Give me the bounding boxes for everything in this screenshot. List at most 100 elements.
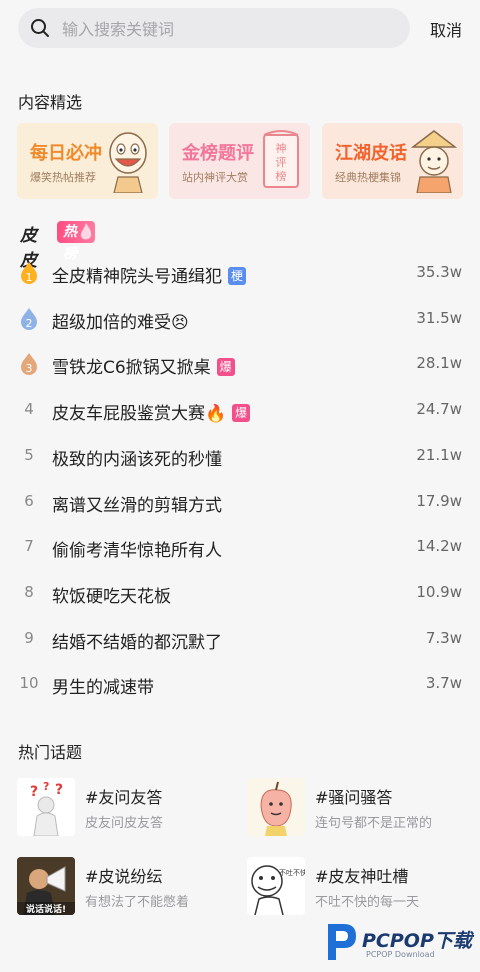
hot-topic-title: 皮友车屁股鉴赏大赛🔥 爆 (52, 399, 251, 425)
hot-list-row[interactable]: 1 全皮精神院头号通缉犯梗 35.3w (0, 253, 480, 293)
hot-topic-text: 离谱又丝滑的剪辑方式 (52, 495, 222, 516)
hot-score: 31.5w (416, 308, 462, 327)
topics-section-title: 热门话题 (18, 743, 83, 762)
hot-list-row[interactable]: 7 偷偷考清华惊艳所有人 14.2w (0, 527, 480, 567)
card-title: 每日必冲 (30, 143, 102, 164)
topic-title: #皮说纷纭 (85, 867, 163, 886)
search-input[interactable] (60, 8, 394, 50)
topic-thumb-megaphone: 说话说话! (17, 857, 75, 915)
hot-topic-title: 极致的内涵该死的秒懂 (52, 445, 222, 470)
hot-list-row[interactable]: 2 超级加倍的难受😣 31.5w (0, 299, 480, 339)
hot-topic-text: 男生的减速带 (52, 678, 154, 699)
hot-topic-text: 结婚不结婚的都沉默了 (52, 632, 222, 653)
search-bar[interactable] (18, 8, 410, 50)
topic-thumb-question: ? ? ? (17, 778, 75, 836)
topic-thumb-meme: 不吐不快 (247, 857, 305, 915)
card-subtitle: 站内神评大赏 (182, 171, 248, 184)
thumb-caption: 不吐不快 (279, 868, 305, 877)
apple-character-icon (247, 778, 305, 836)
question-figure-icon: ? ? ? (17, 778, 75, 836)
hot-list-row[interactable]: 3 雪铁龙C6掀锅又掀桌爆 28.1w (0, 344, 480, 384)
hot-topic-title: 结婚不结婚的都沉默了 (52, 628, 222, 653)
flame-icon (80, 223, 92, 240)
feature-card-daily[interactable]: 每日必冲 爆笑热帖推荐 (17, 123, 158, 199)
topic-item[interactable]: ? ? ? #友问友答 皮友问皮友答 (17, 778, 237, 838)
featured-section-title: 内容精选 (18, 93, 83, 112)
svg-text:?: ? (55, 782, 63, 798)
scroll-plaque-icon: 神 评 榜 (263, 130, 299, 188)
card-title: 金榜题评 (182, 143, 254, 164)
hot-score: 28.1w (416, 354, 462, 373)
hot-topic-text: 皮友车屁股鉴赏大赛 (52, 404, 205, 425)
rank-medal-icon: 1 (18, 261, 40, 285)
megaphone-person-icon: 说话说话! (17, 857, 75, 915)
hot-score: 14.2w (416, 537, 462, 556)
topic-subtitle: 不吐不快的每一天 (315, 895, 420, 910)
hot-topic-text: 超级加倍的难受 (52, 312, 171, 333)
hot-score: 21.1w (416, 445, 462, 464)
svg-text:评: 评 (276, 156, 287, 169)
topic-item[interactable]: 说话说话! #皮说纷纭 有想法了不能憋着 (17, 857, 237, 917)
svg-text:?: ? (30, 784, 38, 800)
rank-number: 8 (24, 582, 34, 601)
hot-tag-badge: 爆 (232, 404, 251, 423)
feature-card-jianghu[interactable]: 江湖皮话 经典热梗集锦 (322, 123, 463, 199)
rank-medal-icon: 2 (18, 307, 40, 331)
hot-tag-badge: 爆 (216, 358, 235, 377)
hot-topic-title: 全皮精神院头号通缉犯梗 (52, 262, 246, 287)
card-subtitle: 经典热梗集锦 (335, 171, 401, 184)
feature-card-ranking[interactable]: 金榜题评 站内神评大赏 神 评 榜 (169, 123, 310, 199)
topic-title: #皮友神吐槽 (315, 867, 409, 886)
topic-subtitle: 皮友问皮友答 (85, 816, 164, 831)
fire-emoji-icon: 🔥 (205, 404, 227, 425)
hot-score: 3.7w (425, 674, 462, 693)
rank-number: 2 (26, 317, 33, 330)
rank-number: 1 (26, 271, 33, 284)
hot-list-row[interactable]: 6 离谱又丝滑的剪辑方式 17.9w (0, 482, 480, 522)
topic-item[interactable]: #骚问骚答 连句号都不是正常的 (247, 778, 467, 838)
rank-number: 10 (19, 674, 39, 693)
rank-number: 3 (26, 362, 33, 375)
card-subtitle: 爆笑热帖推荐 (30, 171, 96, 184)
hot-topic-text: 极致的内涵该死的秒懂 (52, 449, 222, 470)
rank-number: 6 (24, 491, 34, 510)
svg-text:?: ? (43, 780, 49, 793)
hot-score: 35.3w (416, 263, 462, 281)
hot-list-row[interactable]: 10 男生的减速带 3.7w (0, 664, 480, 704)
hot-topic-title: 超级加倍的难受😣 (52, 308, 189, 333)
cartoon-face-icon (109, 132, 147, 193)
pcpop-watermark: PCPOP下载 PCPOP Download (322, 918, 472, 966)
hot-score: 17.9w (416, 491, 462, 510)
meme-face-icon: 不吐不快 (247, 857, 305, 915)
hot-score: 10.9w (416, 582, 462, 601)
rank-number: 5 (24, 445, 34, 464)
topic-item[interactable]: 不吐不快 #皮友神吐槽 不吐不快的每一天 (247, 857, 467, 917)
rank-number: 4 (24, 400, 34, 419)
hot-list-row[interactable]: 5 极致的内涵该死的秒懂 21.1w (0, 436, 480, 476)
topic-thumb-apple (247, 778, 305, 836)
hot-list-row[interactable]: 4 皮友车屁股鉴赏大赛🔥 爆 24.7w (0, 390, 480, 430)
svg-text:神: 神 (276, 141, 287, 155)
topic-subtitle: 连句号都不是正常的 (315, 816, 433, 831)
straw-hat-character-icon (411, 130, 457, 193)
topic-subtitle: 有想法了不能憋着 (85, 895, 190, 910)
hot-topic-text: 偷偷考清华惊艳所有人 (52, 541, 222, 562)
rank-number: 7 (24, 537, 34, 556)
svg-text:榜: 榜 (276, 169, 287, 183)
hot-tag-badge: 梗 (228, 267, 246, 285)
pcpop-logo-icon (328, 924, 356, 960)
hot-badge: 热榜 (57, 221, 95, 262)
hot-topic-text: 雪铁龙C6掀锅又掀桌 (52, 358, 211, 379)
cancel-button[interactable]: 取消 (430, 17, 462, 41)
hot-list-row[interactable]: 8 软饭硬吃天花板 10.9w (0, 573, 480, 613)
hot-topic-title: 偷偷考清华惊艳所有人 (52, 536, 222, 561)
sad-emoji-icon: 😣 (171, 312, 189, 333)
topic-title: #友问友答 (85, 788, 163, 807)
hot-topic-title: 雪铁龙C6掀锅又掀桌爆 (52, 353, 235, 378)
thumb-caption: 说话说话! (26, 903, 66, 915)
hot-topic-title: 离谱又丝滑的剪辑方式 (52, 491, 222, 516)
hot-topic-title: 男生的减速带 (52, 673, 154, 698)
hot-score: 24.7w (416, 400, 462, 419)
hot-score: 7.3w (425, 628, 462, 647)
hot-list-row[interactable]: 9 结婚不结婚的都沉默了 7.3w (0, 619, 480, 659)
